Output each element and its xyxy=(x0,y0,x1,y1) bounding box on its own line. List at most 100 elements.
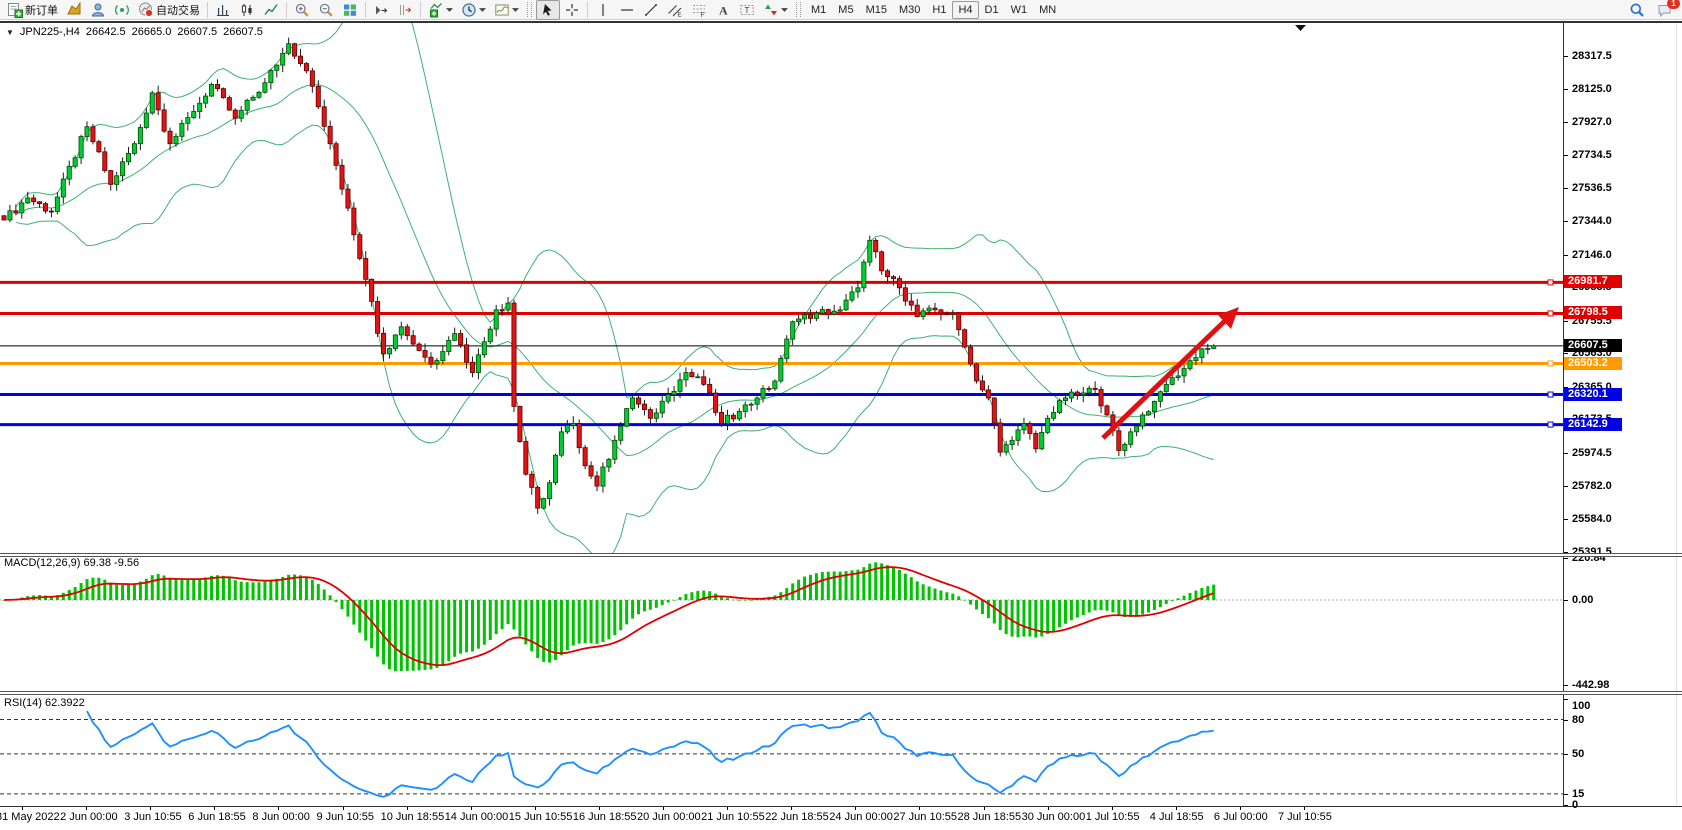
candle[interactable] xyxy=(945,313,949,314)
arrows-button[interactable] xyxy=(759,0,792,20)
candle[interactable] xyxy=(915,305,919,316)
candle[interactable] xyxy=(1140,415,1144,426)
candle[interactable] xyxy=(927,308,931,311)
candle[interactable] xyxy=(559,432,563,455)
candle[interactable] xyxy=(678,380,682,391)
trendline-button[interactable] xyxy=(639,0,663,20)
candle[interactable] xyxy=(974,364,978,381)
candle[interactable] xyxy=(144,113,148,127)
candle[interactable] xyxy=(1182,369,1186,376)
candle[interactable] xyxy=(761,388,765,397)
candle[interactable] xyxy=(192,112,196,118)
candle[interactable] xyxy=(370,279,374,301)
hline-handle[interactable] xyxy=(1548,311,1553,316)
timeframe-M5[interactable]: M5 xyxy=(832,1,859,19)
price-line-tag[interactable]: 26798.5 xyxy=(1564,306,1622,319)
candle[interactable] xyxy=(49,211,53,212)
candle[interactable] xyxy=(933,308,937,310)
candle[interactable] xyxy=(1063,398,1067,401)
hline-handle[interactable] xyxy=(1548,361,1553,366)
candle[interactable] xyxy=(55,197,59,211)
candle[interactable] xyxy=(660,401,664,413)
candle[interactable] xyxy=(375,301,379,333)
candle[interactable] xyxy=(868,240,872,262)
candle[interactable] xyxy=(672,391,676,394)
candle[interactable] xyxy=(1081,393,1085,395)
candle[interactable] xyxy=(150,93,154,113)
candle[interactable] xyxy=(204,96,208,103)
text-button[interactable]: A xyxy=(711,0,735,20)
candle[interactable] xyxy=(802,315,806,319)
hline-handle[interactable] xyxy=(1548,280,1553,285)
current-price-tag[interactable]: 26607.5 xyxy=(1564,339,1622,352)
hline-handle[interactable] xyxy=(1548,392,1553,397)
candle[interactable] xyxy=(613,440,617,459)
candle[interactable] xyxy=(464,345,468,362)
panel-separator-rsi[interactable] xyxy=(0,691,1682,695)
candle[interactable] xyxy=(1016,430,1020,440)
text-label-button[interactable]: T xyxy=(735,0,759,20)
candle[interactable] xyxy=(364,258,368,279)
trend-arrow-annotation[interactable] xyxy=(1103,316,1230,438)
candle[interactable] xyxy=(666,395,670,402)
equidistant-channel-button[interactable]: E xyxy=(663,0,687,20)
timeframe-D1[interactable]: D1 xyxy=(979,1,1005,19)
candle[interactable] xyxy=(897,279,901,288)
candle[interactable] xyxy=(292,44,296,56)
candle[interactable] xyxy=(518,406,522,441)
candle[interactable] xyxy=(524,442,528,475)
candle[interactable] xyxy=(553,455,557,483)
candle[interactable] xyxy=(909,301,913,305)
candle[interactable] xyxy=(198,103,202,111)
candle[interactable] xyxy=(583,448,587,466)
candle[interactable] xyxy=(20,203,24,213)
candle[interactable] xyxy=(601,467,605,486)
candle[interactable] xyxy=(891,277,895,279)
candle[interactable] xyxy=(263,83,267,93)
candle[interactable] xyxy=(1028,423,1032,433)
indicators-button[interactable] xyxy=(424,0,457,20)
candle[interactable] xyxy=(814,313,818,318)
candle[interactable] xyxy=(749,404,753,405)
symbol-menu-caret[interactable]: ▼ xyxy=(6,28,14,37)
candle[interactable] xyxy=(476,355,480,373)
candle[interactable] xyxy=(939,310,943,313)
candle[interactable] xyxy=(826,309,830,314)
candle[interactable] xyxy=(488,329,492,342)
toolbar-grip[interactable] xyxy=(796,2,801,17)
candle[interactable] xyxy=(1034,433,1038,448)
candle[interactable] xyxy=(1004,445,1008,452)
candle[interactable] xyxy=(1164,384,1168,391)
candle[interactable] xyxy=(8,211,12,220)
candle[interactable] xyxy=(2,216,6,220)
candle[interactable] xyxy=(168,131,172,144)
candle[interactable] xyxy=(227,98,231,110)
candle[interactable] xyxy=(275,65,279,70)
candle[interactable] xyxy=(287,44,291,54)
templates-button[interactable] xyxy=(490,0,523,20)
candle[interactable] xyxy=(429,357,433,364)
candle[interactable] xyxy=(215,84,219,88)
candle[interactable] xyxy=(43,204,47,211)
candle[interactable] xyxy=(156,93,160,110)
candle[interactable] xyxy=(874,240,878,251)
candle[interactable] xyxy=(642,404,646,410)
candle[interactable] xyxy=(998,423,1002,452)
auto-trading-button[interactable]: 自动交易 xyxy=(134,0,204,20)
line-chart-button[interactable] xyxy=(259,0,283,20)
bollinger-upper-band[interactable] xyxy=(16,23,1214,398)
candle[interactable] xyxy=(963,330,967,347)
candle[interactable] xyxy=(482,342,486,355)
candle[interactable] xyxy=(115,176,119,185)
profiles-button[interactable] xyxy=(62,0,86,20)
main-chart-plot[interactable] xyxy=(0,23,1563,554)
candle[interactable] xyxy=(779,358,783,381)
zoom-in-button[interactable] xyxy=(290,0,314,20)
bollinger-middle-band[interactable] xyxy=(16,85,1214,456)
candle[interactable] xyxy=(346,189,350,208)
candle[interactable] xyxy=(322,107,326,127)
candle[interactable] xyxy=(921,311,925,317)
candle[interactable] xyxy=(97,142,101,152)
candle[interactable] xyxy=(571,423,575,425)
candle[interactable] xyxy=(719,412,723,423)
